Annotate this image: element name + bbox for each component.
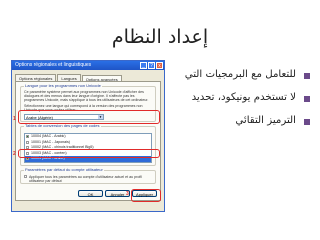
highlight-language-select [18,110,160,124]
step-marker: 2 [13,151,16,157]
bullet-list: للتعامل مع البرمجيات التي لا تستخدم يوني… [185,69,310,139]
bullet-item: للتعامل مع البرمجيات التي [185,69,310,81]
group-description: Ce paramètre système permet aux programm… [24,90,149,103]
dialog-title: Options régionales et linguistiques [15,62,92,68]
checkbox[interactable] [26,140,29,144]
checkbox-label: Appliquer tous les paramètres au compte … [29,175,142,183]
list-item-label: 10004 (MAC - Arabic) [31,134,66,138]
group-legend: Langue pour les programmes non Unicode [24,83,102,88]
help-button[interactable]: ? [148,62,155,69]
step-marker: 1 [13,116,16,122]
slide-title: إعداد النظام [111,26,209,48]
group-legend: Paramètres par défaut du compte utilisat… [24,167,104,172]
regional-options-dialog: Options régionales et linguistiques _ ? … [11,60,165,212]
highlight-code-page [18,149,160,158]
dialog-titlebar: Options régionales et linguistiques _ ? … [12,61,164,70]
code-page-group: Tables de conversion des pages de codes … [20,123,156,166]
ok-button[interactable]: OK [78,190,103,197]
highlight-apply-button [131,189,161,202]
close-button[interactable]: x [156,62,163,69]
checkbox[interactable] [24,175,27,178]
checkbox[interactable] [26,135,29,138]
apply-all-checkbox[interactable]: Appliquer tous les paramètres au compte … [24,175,157,183]
user-account-group: Paramètres par défaut du compte utilisat… [20,167,157,184]
step-marker: 3 [126,191,129,197]
bullet-item: الترميز التقائي [192,115,310,127]
code-page-list[interactable]: 10004 (MAC - Arabic) 10001 (MAC - Japona… [24,133,152,163]
bullet-item: لا تستخدم يونيكود، تحديد [192,92,310,104]
list-item-label: 10001 (MAC - Japonais) [31,139,70,144]
minimize-button[interactable]: _ [140,62,147,69]
advanced-tab-panel: Langue pour les programmes non Unicode C… [15,81,161,201]
